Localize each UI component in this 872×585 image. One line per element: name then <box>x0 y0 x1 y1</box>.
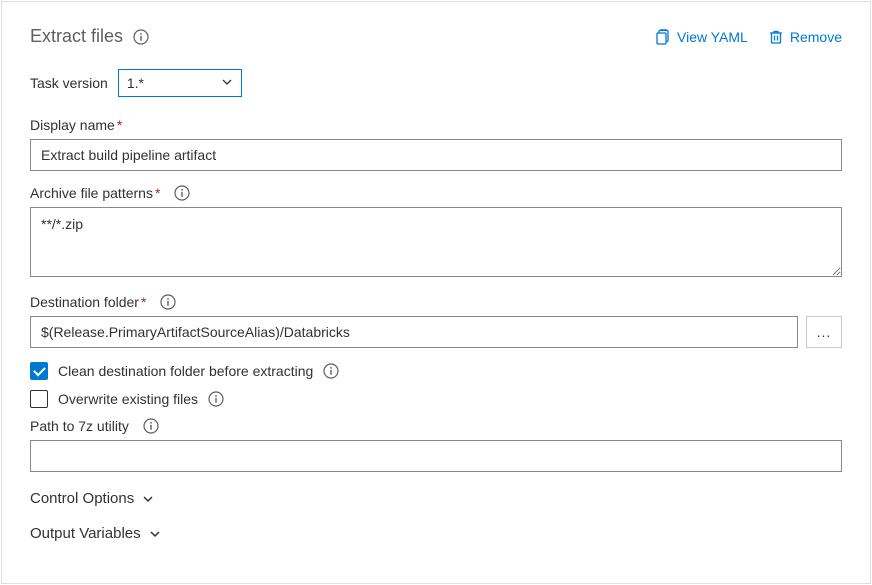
archive-patterns-input[interactable] <box>30 207 842 277</box>
remove-label: Remove <box>790 29 842 45</box>
output-variables-label: Output Variables <box>30 525 141 542</box>
browse-button[interactable]: ... <box>806 316 842 348</box>
path-7z-input[interactable] <box>30 440 842 472</box>
clean-destination-row: Clean destination folder before extracti… <box>30 362 842 380</box>
display-name-input[interactable] <box>30 139 842 171</box>
task-version-row: Task version 1.* <box>30 69 842 97</box>
info-icon[interactable] <box>323 363 339 379</box>
chevron-down-icon <box>149 528 161 540</box>
task-version-select[interactable]: 1.* <box>118 69 242 97</box>
chevron-down-icon <box>142 493 154 505</box>
task-title: Extract files <box>30 26 123 47</box>
archive-patterns-label: Archive file patterns <box>30 185 153 201</box>
overwrite-row: Overwrite existing files <box>30 390 842 408</box>
info-icon[interactable] <box>174 185 190 201</box>
info-icon[interactable] <box>143 418 159 434</box>
path-7z-field: Path to 7z utility <box>30 418 842 472</box>
clean-destination-checkbox[interactable] <box>30 362 48 380</box>
display-name-field: Display name * <box>30 117 842 171</box>
view-yaml-button[interactable]: View YAML <box>655 29 748 45</box>
required-marker: * <box>117 117 122 133</box>
required-marker: * <box>155 185 160 201</box>
destination-folder-input[interactable] <box>30 316 798 348</box>
chevron-down-icon <box>221 75 233 91</box>
destination-folder-label: Destination folder <box>30 294 139 310</box>
display-name-label: Display name <box>30 117 115 133</box>
path-7z-label: Path to 7z utility <box>30 418 129 434</box>
header-row: Extract files View YAML Remove <box>30 26 842 47</box>
task-version-label: Task version <box>30 75 108 91</box>
remove-button[interactable]: Remove <box>768 29 842 45</box>
clean-destination-label: Clean destination folder before extracti… <box>58 363 313 379</box>
info-icon[interactable] <box>208 391 224 407</box>
required-marker: * <box>141 294 146 310</box>
info-icon[interactable] <box>160 294 176 310</box>
view-yaml-label: View YAML <box>677 29 748 45</box>
task-version-value: 1.* <box>127 75 144 91</box>
archive-patterns-field: Archive file patterns * <box>30 185 842 280</box>
overwrite-checkbox[interactable] <box>30 390 48 408</box>
info-icon[interactable] <box>133 29 149 45</box>
control-options-toggle[interactable]: Control Options <box>30 490 842 507</box>
output-variables-toggle[interactable]: Output Variables <box>30 525 842 542</box>
overwrite-label: Overwrite existing files <box>58 391 198 407</box>
control-options-label: Control Options <box>30 490 134 507</box>
task-config-panel: Extract files View YAML Remove Task vers… <box>1 1 871 584</box>
destination-folder-field: Destination folder * ... <box>30 294 842 348</box>
